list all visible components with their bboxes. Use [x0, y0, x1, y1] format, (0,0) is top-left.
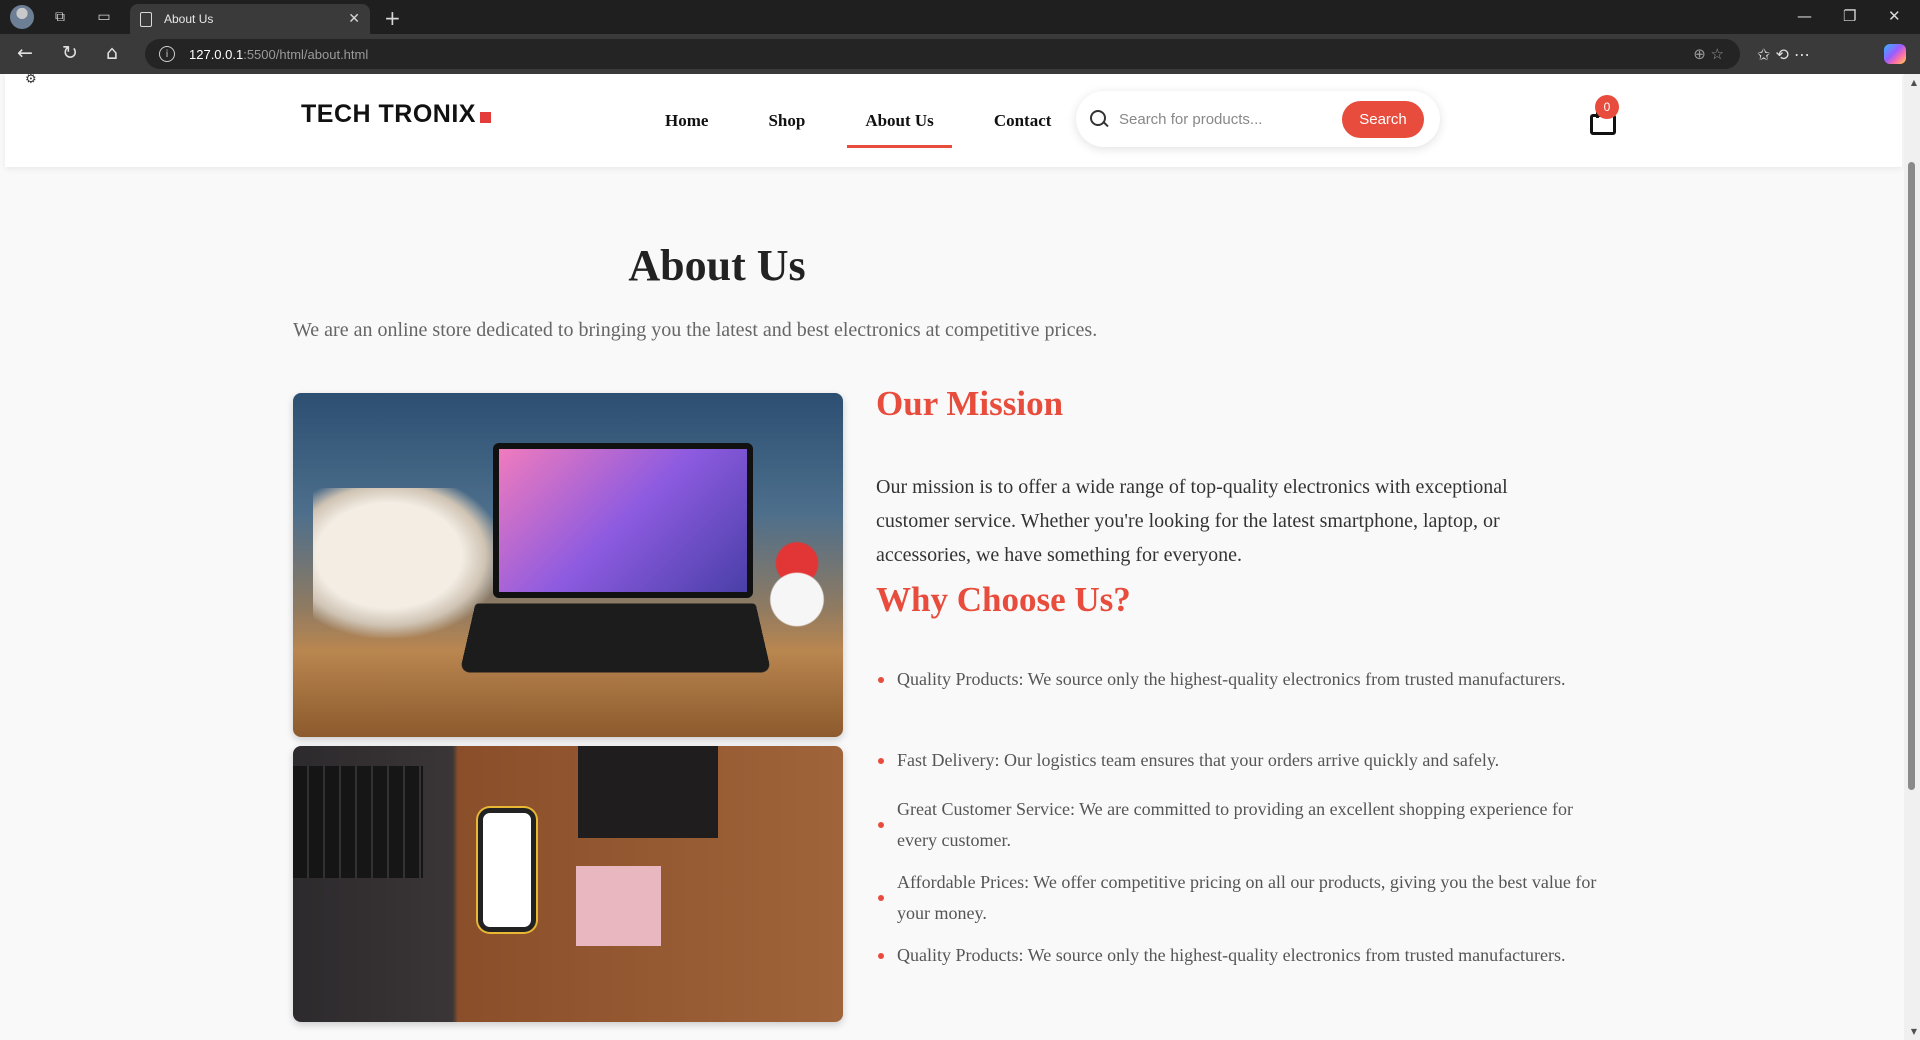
- why-choose-heading: Why Choose Us?: [876, 580, 1131, 619]
- list-item: Fast Delivery: Our logistics team ensure…: [876, 745, 1499, 776]
- site-info-icon[interactable]: i: [159, 46, 175, 62]
- mission-heading: Our Mission: [876, 384, 1064, 423]
- gear-icon: ⚙: [25, 74, 37, 87]
- ornament-shape: [761, 541, 833, 627]
- list-item: Affordable Prices: We offer competitive …: [876, 867, 1606, 929]
- search-icon: [1090, 110, 1108, 128]
- address-field[interactable]: i 127.0.0.1 :5500/html/about.html ⊕ ☆: [145, 39, 1740, 69]
- home-icon[interactable]: ⌂: [106, 43, 118, 63]
- restore-button[interactable]: ❐: [1843, 7, 1856, 25]
- logo-square-icon: [479, 112, 491, 123]
- browser-toolbar: ← ↻ ⌂ i 127.0.0.1 :5500/html/about.html …: [0, 34, 1920, 74]
- url-path: :5500/html/about.html: [243, 46, 369, 62]
- list-item: Quality Products: We source only the hig…: [876, 940, 1566, 971]
- copilot-icon[interactable]: [1884, 44, 1906, 64]
- intro-text: We are an online store dedicated to brin…: [293, 319, 1098, 341]
- search-input[interactable]: [1119, 110, 1339, 128]
- back-icon[interactable]: ←: [17, 43, 33, 63]
- tab-close-icon[interactable]: ✕: [348, 11, 360, 27]
- desk-phone-image: [293, 746, 843, 1022]
- sticky-note-shape: [576, 866, 661, 946]
- logo[interactable]: TECH TRONIX: [301, 100, 491, 129]
- tab-title: About Us: [164, 12, 214, 26]
- list-item: Quality Products: We source only the hig…: [876, 664, 1566, 695]
- laptop-base-shape: [459, 603, 772, 673]
- scroll-up-icon[interactable]: ▲: [1911, 78, 1917, 87]
- browser-tab[interactable]: About Us ✕: [130, 4, 370, 34]
- workspaces-icon[interactable]: ⧉: [50, 7, 70, 27]
- search-bar: Search: [1076, 91, 1440, 147]
- logo-text: TECH TRONIX: [301, 100, 476, 128]
- zoom-and-favorite-icons[interactable]: ⊕ ☆: [1693, 45, 1724, 63]
- laptop-cat-image: [293, 393, 843, 737]
- site-header: ⚙ TECH TRONIX Home Shop About Us Contact…: [5, 74, 1902, 167]
- page-icon: [140, 11, 152, 27]
- scroll-down-icon[interactable]: ▼: [1911, 1027, 1917, 1036]
- scroll-thumb[interactable]: [1908, 162, 1915, 790]
- keyboard-shape: [293, 766, 423, 878]
- profile-avatar[interactable]: [10, 5, 34, 29]
- phone-shape: [478, 808, 536, 932]
- notebook-shape: [578, 746, 718, 838]
- url-host: 127.0.0.1: [189, 46, 244, 62]
- list-item: Great Customer Service: We are committed…: [876, 794, 1606, 856]
- nav-home[interactable]: Home: [661, 111, 712, 131]
- search-button[interactable]: Search: [1342, 101, 1424, 138]
- cart-count-badge: 0: [1595, 95, 1619, 119]
- close-window-button[interactable]: ✕: [1888, 7, 1901, 25]
- nav-about-us[interactable]: About Us: [847, 111, 952, 148]
- mission-text: Our mission is to offer a wide range of …: [876, 476, 1508, 566]
- collections-icon[interactable]: ✩ ⟲ ⋯: [1757, 45, 1810, 65]
- minimize-button[interactable]: —: [1797, 7, 1812, 25]
- page-viewport: ⚙ TECH TRONIX Home Shop About Us Contact…: [0, 74, 1920, 1040]
- browser-titlebar: ⧉ ▭ About Us ✕ + — ❐ ✕: [0, 0, 1920, 34]
- laptop-screen-shape: [493, 443, 753, 598]
- reload-icon[interactable]: ↻: [62, 43, 78, 63]
- nav-contact[interactable]: Contact: [990, 111, 1056, 131]
- nav-shop[interactable]: Shop: [764, 111, 809, 131]
- new-tab-button[interactable]: +: [384, 6, 401, 30]
- page-title: About Us: [628, 241, 806, 290]
- tab-actions-icon[interactable]: ▭: [94, 7, 114, 27]
- page-scrollbar[interactable]: ▲ ▼: [1904, 74, 1920, 1040]
- main-nav: Home Shop About Us Contact: [635, 74, 1081, 167]
